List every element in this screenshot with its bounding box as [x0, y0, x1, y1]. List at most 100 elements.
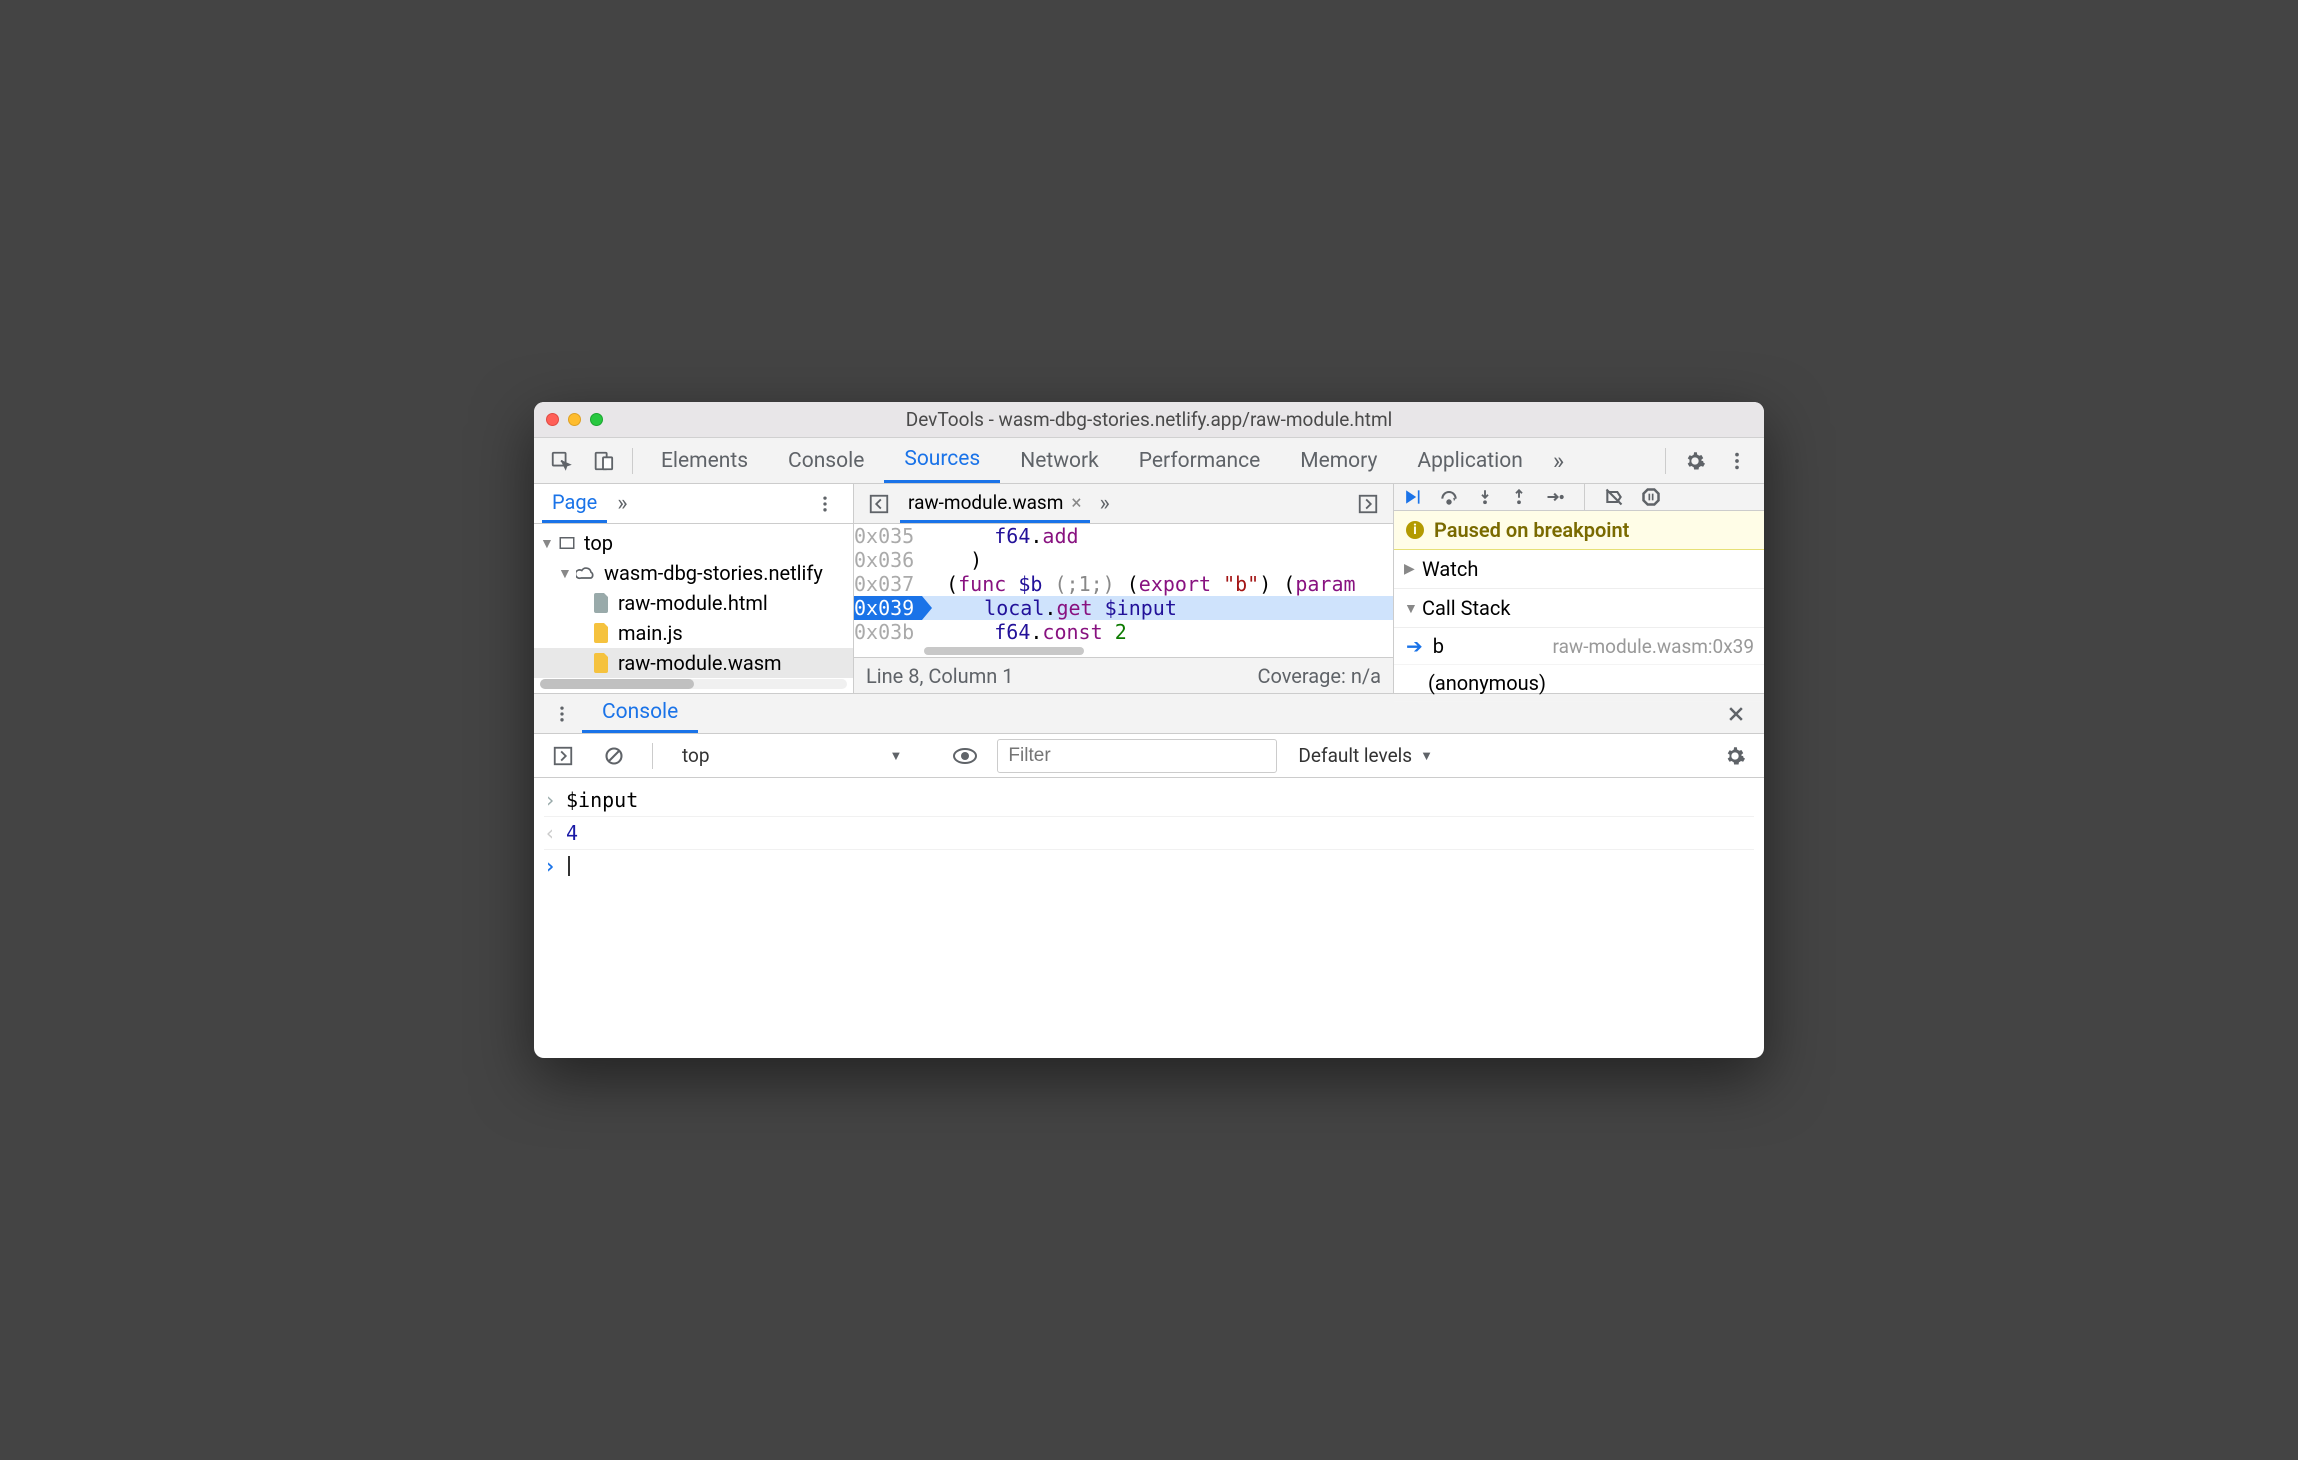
code-text: f64.add: [922, 644, 1079, 647]
frame-name: b: [1433, 634, 1444, 658]
tree-label: raw-module.html: [618, 591, 768, 615]
tree-file-html[interactable]: raw-module.html: [534, 588, 853, 618]
paused-banner: i Paused on breakpoint: [1394, 511, 1764, 550]
navigator-scrollbar[interactable]: [540, 679, 847, 689]
maximize-window-button[interactable]: [590, 413, 603, 426]
editor-file-tab[interactable]: raw-module.wasm ×: [900, 484, 1090, 523]
settings-icon[interactable]: [1674, 444, 1716, 478]
gutter-address: 0x044: [854, 644, 922, 647]
chevron-down-icon: ▼: [1404, 600, 1422, 617]
tree-label: main.js: [618, 621, 683, 645]
tab-performance[interactable]: Performance: [1119, 438, 1280, 483]
code-line[interactable]: 0x036 ): [854, 548, 1393, 572]
log-levels-selector[interactable]: Default levels ▼: [1287, 739, 1464, 772]
code-text: f64.const 2: [922, 620, 1127, 644]
tree-label: top: [584, 531, 613, 555]
tree-origin[interactable]: ▼ wasm-dbg-stories.netlify: [534, 558, 853, 588]
tab-network[interactable]: Network: [1000, 438, 1119, 483]
chevron-down-icon: ▼: [558, 565, 576, 582]
gutter-address: 0x035: [854, 524, 922, 548]
callstack-section[interactable]: ▼ Call Stack: [1394, 589, 1764, 628]
code-line[interactable]: 0x03b f64.const 2: [854, 620, 1393, 644]
clear-console-icon[interactable]: [594, 740, 634, 772]
paused-label: Paused on breakpoint: [1434, 518, 1629, 542]
code-line[interactable]: 0x039 local.get $input: [854, 596, 1393, 620]
console-prompt-row[interactable]: ›: [544, 850, 1754, 882]
deactivate-breakpoints-icon[interactable]: [1603, 487, 1625, 507]
separator: [1584, 484, 1585, 510]
tree-label: wasm-dbg-stories.netlify: [604, 561, 823, 585]
file-icon: [594, 623, 610, 643]
more-file-tabs-icon[interactable]: »: [1090, 485, 1120, 522]
file-icon: [594, 653, 610, 673]
filter-input[interactable]: [997, 739, 1277, 773]
step-into-icon[interactable]: [1476, 487, 1494, 507]
step-icon[interactable]: [1544, 487, 1566, 507]
step-out-icon[interactable]: [1510, 487, 1528, 507]
console-sidebar-toggle-icon[interactable]: [542, 739, 584, 773]
toggle-navigator-icon[interactable]: [858, 487, 900, 521]
editor-tabs: raw-module.wasm × »: [854, 484, 1393, 524]
code-text: local.get $input: [936, 596, 1177, 620]
console-settings-icon[interactable]: [1714, 739, 1756, 773]
tree-file-wasm[interactable]: raw-module.wasm: [534, 648, 853, 678]
more-tabs-icon[interactable]: »: [1543, 441, 1574, 481]
live-expression-icon[interactable]: [943, 742, 987, 770]
toggle-debugger-icon[interactable]: [1347, 487, 1389, 521]
stack-frames: ➔braw-module.wasm:0x39(anonymous): [1394, 628, 1764, 702]
tab-application[interactable]: Application: [1397, 438, 1542, 483]
minimize-window-button[interactable]: [568, 413, 581, 426]
more-navigator-tabs-icon[interactable]: »: [607, 485, 637, 522]
close-drawer-icon[interactable]: [1716, 698, 1756, 730]
debugger-toolbar: [1394, 484, 1764, 511]
resume-icon[interactable]: [1402, 487, 1422, 507]
code-editor[interactable]: 0x035 f64.add0x036 )0x037 (func $b (;1;)…: [854, 524, 1393, 647]
separator: [1665, 448, 1666, 474]
editor-file-label: raw-module.wasm: [908, 491, 1063, 514]
navigator-panel: Page » ▼ top ▼: [534, 484, 854, 693]
code-line[interactable]: 0x037 (func $b (;1;) (export "b") (param: [854, 572, 1393, 596]
code-text: (func $b (;1;) (export "b") (param: [922, 572, 1356, 596]
console-body[interactable]: ›$input‹4›: [534, 778, 1764, 1058]
drawer-menu-icon[interactable]: [542, 698, 582, 730]
prompt-icon: ›: [544, 854, 566, 878]
chevron-right-icon: ▶: [1404, 561, 1422, 577]
navigator-tabs: Page »: [534, 484, 853, 524]
callstack-label: Call Stack: [1422, 596, 1511, 620]
file-tree: ▼ top ▼ wasm-dbg-stories.netlify: [534, 524, 853, 679]
code-line[interactable]: 0x035 f64.add: [854, 524, 1393, 548]
close-tab-icon[interactable]: ×: [1071, 491, 1081, 514]
tab-memory[interactable]: Memory: [1280, 438, 1397, 483]
coverage-status: Coverage: n/a: [1257, 664, 1381, 688]
stack-frame[interactable]: (anonymous): [1394, 665, 1764, 702]
tab-elements[interactable]: Elements: [641, 438, 768, 483]
frame-location: raw-module.wasm:0x39: [1553, 635, 1754, 658]
inspect-element-icon[interactable]: [540, 444, 582, 478]
navigator-page-tab[interactable]: Page: [542, 484, 607, 523]
tab-sources[interactable]: Sources: [884, 438, 1000, 483]
navigator-menu-icon[interactable]: [805, 488, 845, 520]
debugger-panel: i Paused on breakpoint ▶ Watch ▼ Call St…: [1394, 484, 1764, 693]
levels-label: Default levels: [1298, 744, 1412, 767]
close-window-button[interactable]: [546, 413, 559, 426]
pause-on-exceptions-icon[interactable]: [1641, 487, 1661, 507]
device-toggle-icon[interactable]: [582, 444, 624, 478]
info-icon: i: [1406, 521, 1424, 539]
console-row: ›$input: [544, 784, 1754, 817]
tree-file-js[interactable]: main.js: [534, 618, 853, 648]
step-over-icon[interactable]: [1438, 487, 1460, 507]
tab-console[interactable]: Console: [768, 438, 884, 483]
kebab-menu-icon[interactable]: [1716, 444, 1758, 478]
gutter-address: 0x037: [854, 572, 922, 596]
code-line[interactable]: 0x044 f64.add: [854, 644, 1393, 647]
editor-scrollbar[interactable]: [924, 647, 1084, 655]
stack-frame[interactable]: ➔braw-module.wasm:0x39: [1394, 628, 1764, 665]
tree-label: raw-module.wasm: [618, 651, 782, 675]
frame-name: (anonymous): [1428, 671, 1546, 695]
context-selector[interactable]: top ▼: [671, 739, 933, 772]
main-tabs: Elements Console Sources Network Perform…: [534, 438, 1764, 484]
titlebar: DevTools - wasm-dbg-stories.netlify.app/…: [534, 402, 1764, 438]
watch-section[interactable]: ▶ Watch: [1394, 550, 1764, 589]
tree-top-frame[interactable]: ▼ top: [534, 528, 853, 558]
drawer-console-tab[interactable]: Console: [582, 694, 698, 733]
